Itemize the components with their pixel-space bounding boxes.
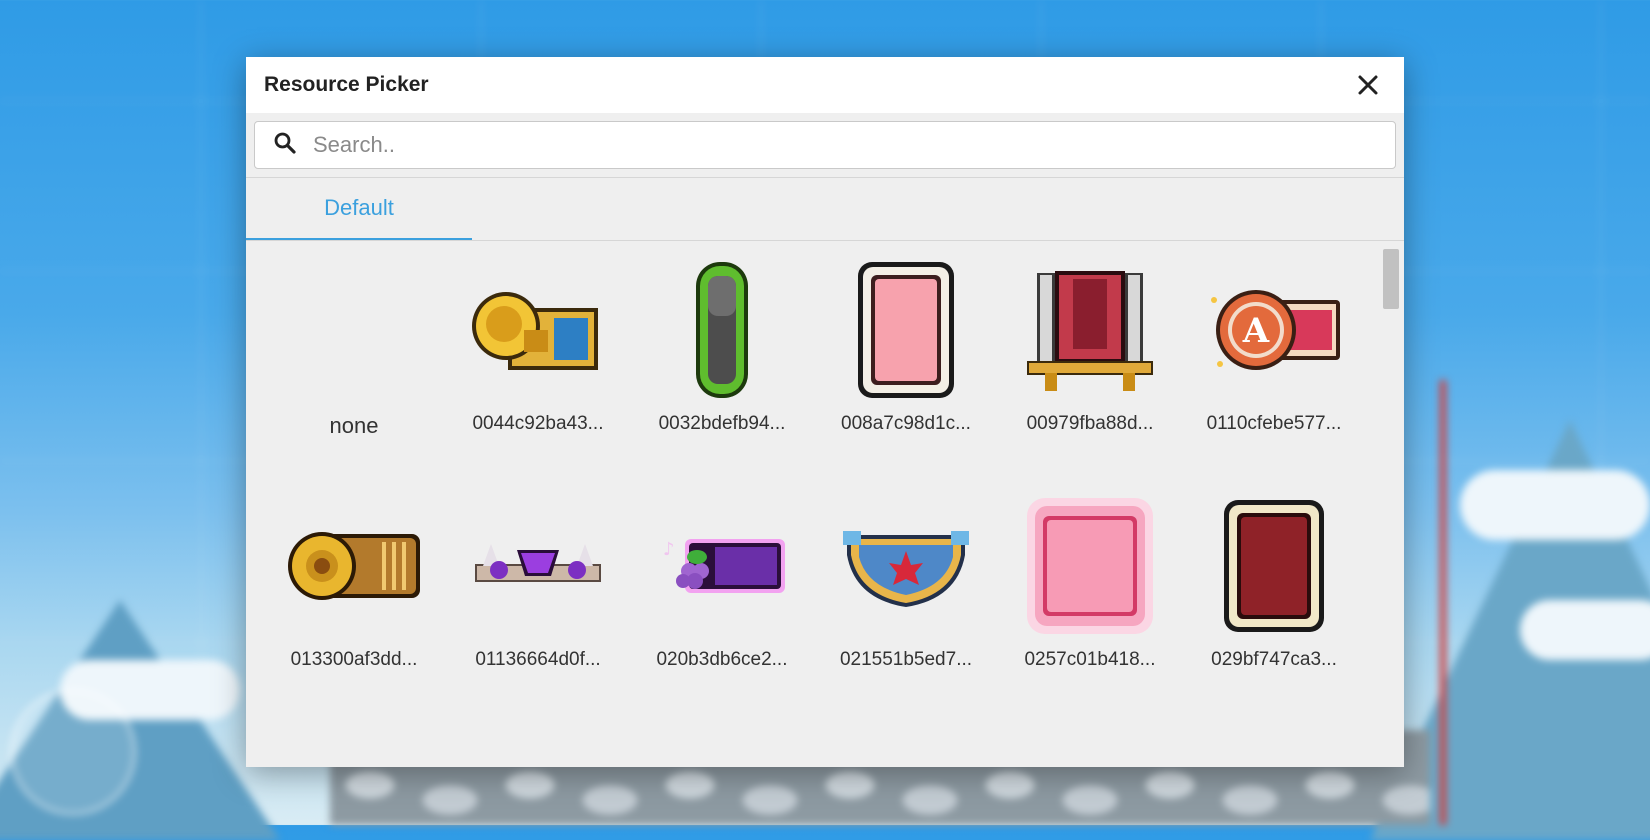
svg-text:A: A bbox=[1242, 311, 1270, 351]
gold-jewel-bar-icon bbox=[262, 491, 446, 641]
resource-item[interactable]: 008a7c98d1c... bbox=[814, 243, 998, 463]
close-icon[interactable] bbox=[1350, 67, 1386, 103]
resource-label: none bbox=[329, 413, 379, 438]
pink-glow-square-icon bbox=[998, 491, 1182, 641]
svg-text:♪: ♪ bbox=[663, 539, 675, 560]
maple-leaf-shield-icon bbox=[814, 491, 998, 641]
resource-item[interactable]: 01136664d0f... bbox=[446, 479, 630, 699]
dialog-titlebar: Resource Picker bbox=[246, 57, 1404, 113]
sword-banner-frame-icon bbox=[998, 255, 1182, 405]
scrollbar[interactable] bbox=[1378, 243, 1404, 767]
resource-item[interactable]: 013300af3dd... bbox=[262, 479, 446, 699]
resource-label: 013300af3dd... bbox=[290, 649, 418, 670]
resource-label: 01136664d0f... bbox=[475, 649, 601, 670]
search-input[interactable] bbox=[311, 131, 1315, 159]
resource-label: 020b3db6ce2... bbox=[656, 649, 788, 670]
resource-grid: none 0044c92ba43... 0032bdefb94... 008a7… bbox=[246, 243, 1370, 763]
tab-default[interactable]: Default bbox=[246, 178, 472, 240]
resource-label: 029bf747ca3... bbox=[1211, 649, 1337, 670]
purple-crystal-crown-icon bbox=[446, 491, 630, 641]
resource-item[interactable]: 0257c01b418... bbox=[998, 479, 1182, 699]
resource-label: 0032bdefb94... bbox=[658, 413, 786, 434]
resource-label: 0044c92ba43... bbox=[472, 413, 604, 434]
pink-card-frame-icon bbox=[814, 255, 998, 405]
tab-bar: Default bbox=[246, 178, 1404, 241]
resource-label: 008a7c98d1c... bbox=[841, 413, 971, 434]
green-bar-frame-icon bbox=[630, 255, 814, 405]
resource-label: 0110cfebe577... bbox=[1206, 413, 1342, 434]
letter-a-badge-frame-icon: A bbox=[1182, 255, 1366, 405]
resource-item[interactable]: 0044c92ba43... bbox=[446, 243, 630, 463]
resource-label: 0257c01b418... bbox=[1024, 649, 1156, 670]
resource-item[interactable]: 0032bdefb94... bbox=[630, 243, 814, 463]
dark-red-card-frame-icon bbox=[1182, 491, 1366, 641]
scrollbar-thumb[interactable] bbox=[1383, 249, 1399, 309]
resource-label: 00979fba88d... bbox=[1026, 413, 1154, 434]
dialog-title: Resource Picker bbox=[264, 73, 429, 96]
resource-item[interactable]: ♪ 020b3db6ce2... bbox=[630, 479, 814, 699]
resource-item[interactable]: A 0110cfebe577... bbox=[1182, 243, 1366, 463]
resource-item[interactable]: 029bf747ca3... bbox=[1182, 479, 1366, 699]
resource-item[interactable]: 021551b5ed7... bbox=[814, 479, 998, 699]
empty-thumbnail bbox=[262, 255, 446, 405]
resource-item[interactable]: 00979fba88d... bbox=[998, 243, 1182, 463]
grape-purple-tag-icon: ♪ bbox=[630, 491, 814, 641]
resource-picker-dialog: Resource Picker Default none bbox=[246, 57, 1404, 767]
search-box[interactable] bbox=[254, 121, 1396, 169]
resource-item[interactable]: none bbox=[262, 243, 446, 463]
resource-label: 021551b5ed7... bbox=[839, 649, 973, 670]
gramophone-frame-icon bbox=[446, 255, 630, 405]
search-icon bbox=[273, 131, 297, 160]
